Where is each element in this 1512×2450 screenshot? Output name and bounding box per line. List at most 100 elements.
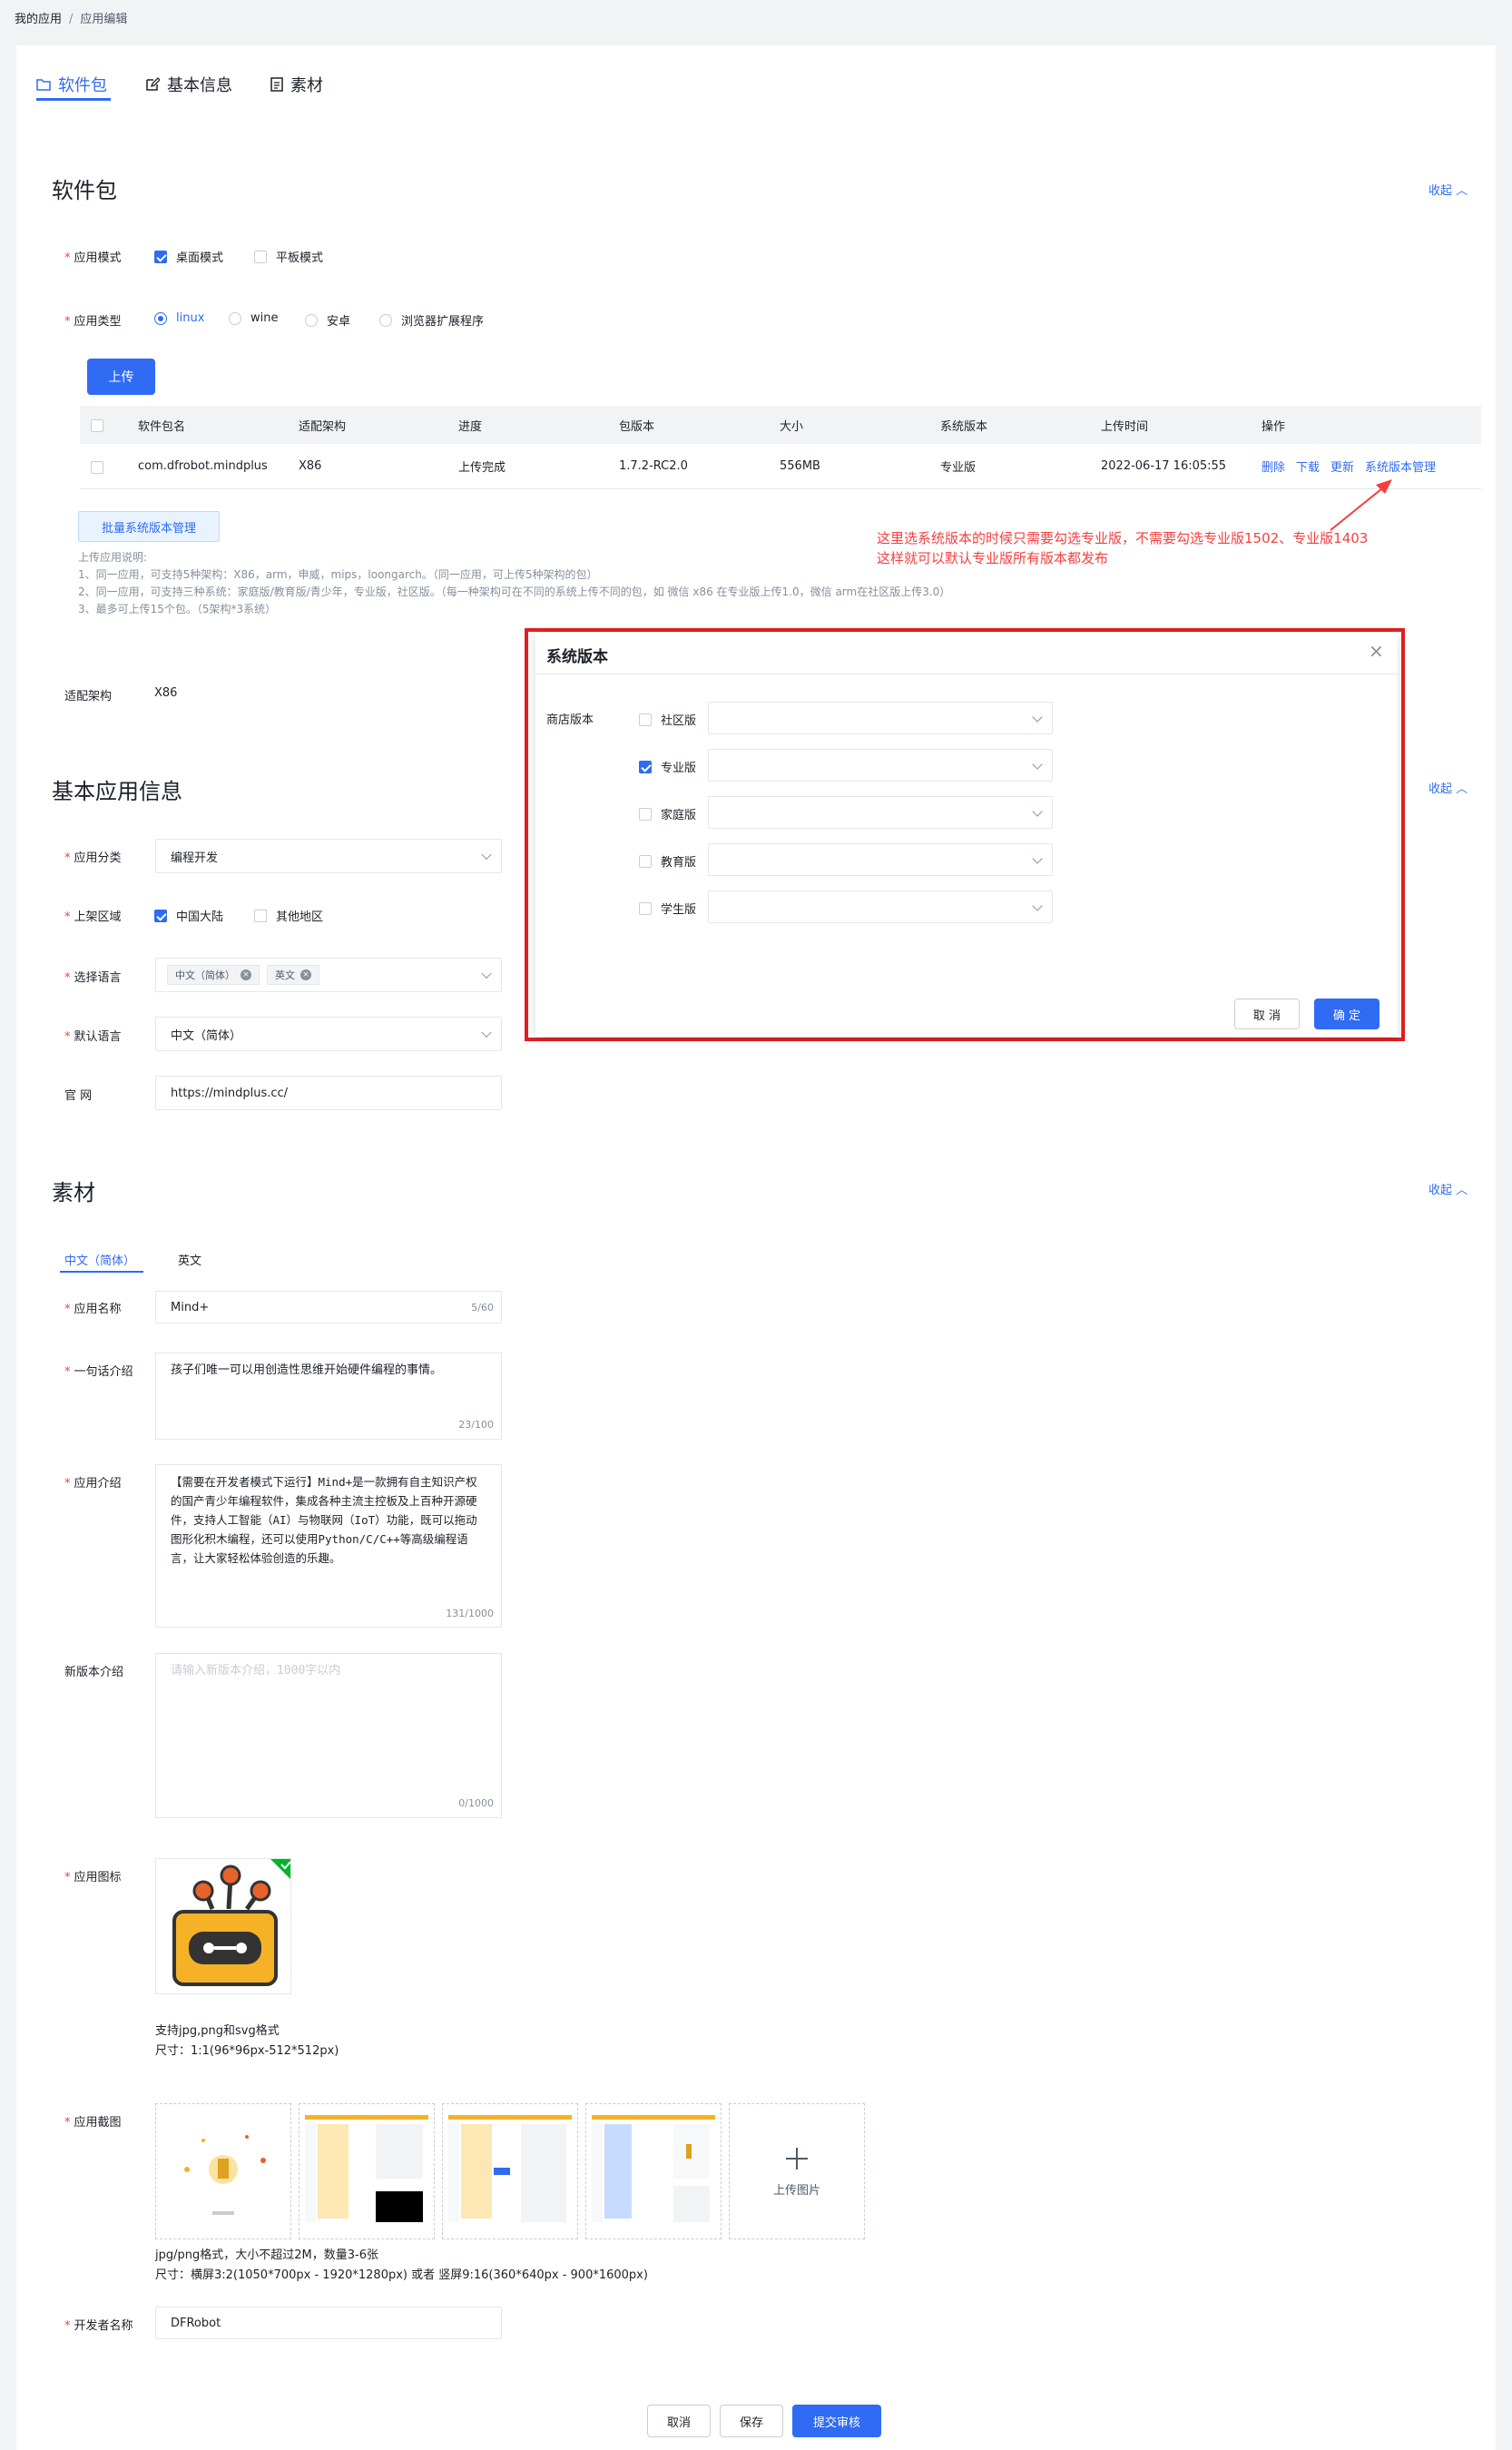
- mode-desktop-checkbox[interactable]: 桌面模式: [154, 248, 223, 265]
- student-version-select[interactable]: [708, 890, 1053, 923]
- intro-textarea[interactable]: 【需要在开发者模式下运行】Mind+是一款拥有自主知识产权的国产青少年编程软件，…: [155, 1464, 502, 1628]
- upload-image-button[interactable]: 上传图片: [729, 2103, 865, 2239]
- download-link[interactable]: 下载: [1296, 444, 1320, 488]
- row-checkbox[interactable]: [91, 460, 103, 474]
- checkbox-box[interactable]: [154, 909, 167, 922]
- type-linux-radio[interactable]: linux: [154, 311, 204, 325]
- type-android-radio[interactable]: 安卓: [305, 311, 350, 329]
- robot-logo-icon: [172, 1859, 290, 1986]
- checkbox-box[interactable]: [639, 760, 652, 773]
- home-version-select[interactable]: [708, 796, 1053, 829]
- save-button[interactable]: 保存: [720, 2405, 783, 2437]
- tab-label: 软件包: [58, 76, 107, 95]
- option-label: linux: [176, 311, 205, 325]
- chevron-down-icon: [1032, 759, 1043, 770]
- screenshot-thumb[interactable]: [299, 2103, 435, 2239]
- tab-basic-info[interactable]: 基本信息: [145, 73, 232, 96]
- chevron-down-icon: [1032, 900, 1043, 911]
- lang-tab-zh[interactable]: 中文（简体）: [64, 1251, 135, 1268]
- package-size: 556MB: [780, 459, 820, 473]
- website-input[interactable]: https://mindplus.cc/: [155, 1076, 502, 1110]
- lang-tab-underline: [60, 1271, 143, 1273]
- arch-value: X86: [154, 686, 178, 700]
- app-type-label: * 应用类型: [64, 315, 122, 329]
- app-icon-preview[interactable]: [155, 1858, 291, 1994]
- basic-collapse-toggle[interactable]: 收起 ︿: [1429, 779, 1468, 796]
- edition-education-checkbox[interactable]: 教育版: [639, 852, 696, 870]
- checkbox-box[interactable]: [639, 807, 652, 821]
- mode-tablet-checkbox[interactable]: 平板模式: [254, 248, 323, 265]
- option-label: 家庭版: [661, 809, 697, 822]
- type-browser-ext-radio[interactable]: 浏览器扩展程序: [379, 311, 484, 329]
- region-other-checkbox[interactable]: 其他地区: [254, 907, 323, 924]
- textarea-value: 孩子们唯一可以用创造性思维开始硬件编程的事情。: [171, 1363, 443, 1377]
- lang-tab-en[interactable]: 英文: [178, 1251, 201, 1268]
- screenshot-thumb[interactable]: [155, 2103, 291, 2239]
- col-header: 进度: [458, 419, 483, 434]
- checkbox-box[interactable]: [154, 250, 167, 263]
- community-version-select[interactable]: [708, 702, 1053, 734]
- radio-dot[interactable]: [229, 311, 241, 325]
- category-select[interactable]: 编程开发: [155, 839, 502, 873]
- dialog-cancel-button[interactable]: 取 消: [1234, 999, 1300, 1029]
- developer-input[interactable]: DFRobot: [155, 2307, 502, 2339]
- app-name-input[interactable]: Mind+ 5/60: [155, 1291, 502, 1323]
- new-version-textarea[interactable]: 请输入新版本介绍，1000字以内 0/1000: [155, 1653, 502, 1818]
- tab-material[interactable]: 素材: [270, 73, 323, 96]
- select-value: 中文（简体）: [171, 1028, 242, 1043]
- upload-button[interactable]: 上传: [87, 359, 155, 395]
- option-label: 学生版: [661, 903, 697, 917]
- slogan-textarea[interactable]: 孩子们唯一可以用创造性思维开始硬件编程的事情。 23/100: [155, 1353, 502, 1440]
- radio-dot[interactable]: [154, 311, 167, 325]
- radio-dot[interactable]: [379, 313, 392, 327]
- edition-home-checkbox[interactable]: 家庭版: [639, 805, 696, 822]
- edition-pro-checkbox[interactable]: 专业版: [639, 758, 696, 775]
- close-icon[interactable]: ×: [1369, 640, 1384, 662]
- checkbox-box[interactable]: [639, 854, 652, 868]
- tag-close-icon[interactable]: ×: [300, 969, 311, 980]
- screenshot-image-icon: [305, 2115, 428, 2222]
- option-label: 中国大陆: [176, 910, 224, 924]
- education-version-select[interactable]: [708, 843, 1053, 876]
- language-multiselect[interactable]: 中文（简体） × 英文 ×: [155, 958, 502, 992]
- col-header: 系统版本: [940, 419, 988, 434]
- checkbox-box[interactable]: [254, 909, 267, 922]
- language-tag: 英文 ×: [267, 965, 319, 985]
- dialog-confirm-button[interactable]: 确 定: [1314, 999, 1379, 1029]
- checkbox-box[interactable]: [254, 250, 267, 263]
- pro-version-select[interactable]: [708, 749, 1053, 782]
- package-version: 1.7.2-RC2.0: [619, 459, 688, 473]
- checkbox-box[interactable]: [639, 901, 652, 915]
- select-all-checkbox[interactable]: [91, 418, 103, 432]
- edition-community-checkbox[interactable]: 社区版: [639, 711, 696, 728]
- delete-link[interactable]: 删除: [1262, 444, 1285, 488]
- package-collapse-toggle[interactable]: 收起 ︿: [1429, 181, 1468, 198]
- edit-icon: [146, 77, 160, 91]
- package-name: com.dfrobot.mindplus: [138, 459, 268, 473]
- chevron-down-icon: [1032, 853, 1043, 864]
- checkbox-box[interactable]: [639, 713, 652, 726]
- option-label: 平板模式: [276, 251, 324, 265]
- tab-package[interactable]: 软件包: [36, 73, 107, 96]
- screenshot-thumb[interactable]: [585, 2103, 722, 2239]
- default-language-select[interactable]: 中文（简体）: [155, 1017, 502, 1051]
- edition-student-checkbox[interactable]: 学生版: [639, 900, 696, 917]
- material-collapse-toggle[interactable]: 收起 ︿: [1429, 1180, 1468, 1197]
- region-mainland-checkbox[interactable]: 中国大陆: [154, 907, 223, 924]
- table-row: com.dfrobot.mindplus X86 上传完成 1.7.2-RC2.…: [80, 444, 1481, 489]
- note-line: 1、同一应用，可支持5种架构：X86，arm，申威，mips，loongarch…: [78, 568, 598, 581]
- type-wine-radio[interactable]: wine: [229, 311, 278, 325]
- breadcrumb-root[interactable]: 我的应用: [15, 13, 62, 26]
- default-language-label: * 默认语言: [64, 1030, 122, 1044]
- chevron-down-icon: [481, 849, 492, 861]
- batch-system-version-button[interactable]: 批量系统版本管理: [78, 511, 220, 542]
- char-counter: 0/1000: [458, 1797, 494, 1809]
- chevron-down-icon: [1032, 712, 1043, 723]
- cancel-button[interactable]: 取消: [647, 2405, 711, 2437]
- radio-dot[interactable]: [305, 313, 318, 327]
- app-mode-label: * 应用模式: [64, 251, 122, 265]
- screenshot-thumb[interactable]: [442, 2103, 578, 2239]
- tag-close-icon[interactable]: ×: [241, 969, 251, 980]
- submit-review-button[interactable]: 提交审核: [792, 2405, 881, 2437]
- option-label: 专业版: [661, 762, 697, 775]
